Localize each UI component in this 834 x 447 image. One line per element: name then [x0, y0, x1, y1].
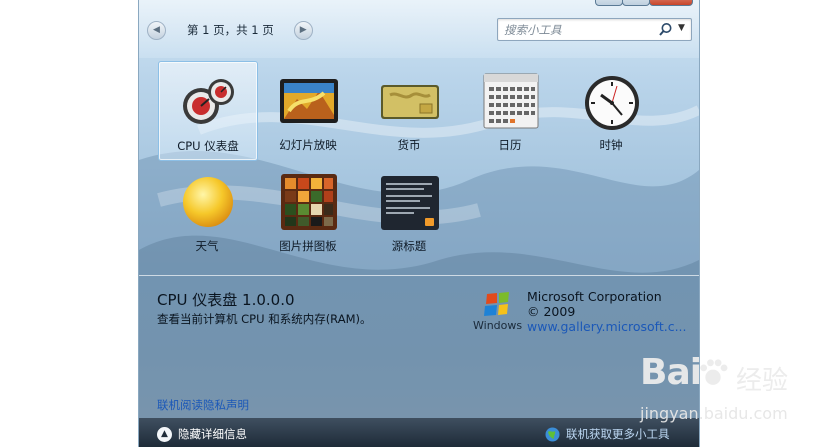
vendor-name: Microsoft Corporation: [527, 289, 662, 304]
privacy-link[interactable]: 联机阅读隐私声明: [157, 397, 249, 413]
weather-icon: [183, 177, 233, 227]
chevron-up-icon: ▲: [157, 426, 172, 442]
gadget-clock[interactable]: 时钟: [562, 61, 660, 159]
picture-puzzle-icon: [281, 174, 337, 230]
gadget-label: 时钟: [599, 138, 623, 152]
close-button[interactable]: [649, 0, 693, 6]
svg-text:Windows: Windows: [473, 319, 522, 332]
prev-page-button[interactable]: ◀: [147, 20, 166, 40]
pager: ◀ 第 1 页，共 1 页 ▶: [147, 20, 313, 40]
gadget-label: 日历: [498, 138, 522, 152]
details-title: CPU 仪表盘 1.0.0.0: [157, 291, 295, 309]
gadget-label: 图片拼图板: [279, 239, 337, 253]
divider: [139, 275, 699, 276]
gadget-feed-headlines[interactable]: 源标题: [360, 162, 458, 260]
watermark-brand-cn: 经验: [736, 366, 789, 396]
windows-flag-icon: Windows: [473, 292, 522, 332]
clock-icon: [585, 76, 639, 130]
search-placeholder: 搜索小工具: [504, 23, 562, 37]
copyright: © 2009: [527, 304, 576, 319]
gadget-label: CPU 仪表盘: [177, 139, 239, 153]
gadget-slideshow[interactable]: 幻灯片放映: [259, 61, 357, 159]
window-controls: [595, 0, 693, 6]
gadget-gallery-window: ◀ 第 1 页，共 1 页 ▶ 搜索小工具 ▼ CPU 仪表盘 幻灯片放映 货币…: [138, 0, 700, 447]
minimize-button[interactable]: [595, 0, 623, 6]
watermark: Bai 经验 jingyan.baidu.com: [640, 352, 830, 447]
next-page-button[interactable]: ▶: [293, 20, 313, 40]
paw-logo-icon: [700, 359, 728, 385]
gadget-picture-puzzle[interactable]: 图片拼图板: [259, 162, 357, 260]
globe-icon: [545, 427, 560, 441]
maximize-button[interactable]: [622, 0, 650, 6]
search-icon[interactable]: [658, 22, 673, 37]
currency-icon: [381, 85, 439, 119]
gadget-cpu-meter[interactable]: CPU 仪表盘: [158, 61, 258, 161]
windows-logo: Windows: [473, 292, 525, 334]
vendor-info: Microsoft Corporation © 2009 www.gallery…: [527, 289, 687, 334]
watermark-brand: Bai: [640, 352, 702, 393]
slideshow-icon: [280, 79, 338, 123]
watermark-url: jingyan.baidu.com: [640, 404, 788, 423]
feed-headlines-icon: [381, 176, 439, 230]
gadget-label: 幻灯片放映: [279, 138, 337, 152]
vendor-website-link[interactable]: www.gallery.microsoft.c...: [527, 319, 687, 334]
chevron-right-icon: ▶: [299, 25, 307, 35]
footer-bar: ▲ 隐藏详细信息 联机获取更多小工具: [139, 418, 699, 447]
gadget-currency[interactable]: 货币: [360, 61, 458, 159]
chevron-down-icon[interactable]: ▼: [678, 23, 685, 33]
gadget-label: 源标题: [391, 239, 427, 253]
calendar-icon: [483, 73, 539, 129]
hide-details-button[interactable]: ▲ 隐藏详细信息: [157, 426, 247, 442]
details-description: 查看当前计算机 CPU 和系统内存(RAM)。: [157, 312, 372, 326]
gadget-label: 天气: [195, 239, 219, 253]
chevron-left-icon: ◀: [153, 25, 160, 35]
cpu-meter-icon: [183, 79, 234, 124]
gadget-calendar[interactable]: 日历: [461, 61, 559, 159]
gadget-label: 货币: [397, 138, 421, 152]
search-input[interactable]: 搜索小工具 ▼: [497, 18, 692, 41]
page-indicator: 第 1 页，共 1 页: [187, 23, 274, 37]
hide-details-label: 隐藏详细信息: [178, 427, 247, 441]
gadget-weather[interactable]: 天气: [158, 162, 256, 260]
